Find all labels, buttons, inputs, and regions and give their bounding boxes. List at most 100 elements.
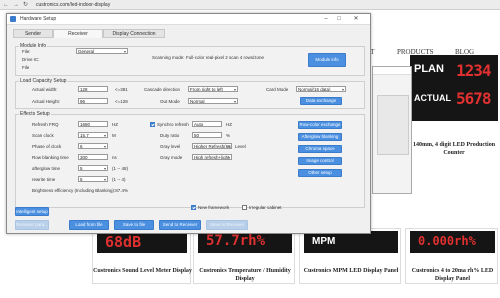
refresh-unit: HZ	[112, 122, 118, 127]
tab-display-connection[interactable]: Display Connection	[103, 29, 165, 38]
intelligent-setup-button[interactable]: Intelligent setup	[15, 207, 49, 216]
hardware-setup-dialog: Hardware Setup – □ ✕ Sender Receiver Dis…	[6, 13, 371, 234]
image-control-button[interactable]: Image control	[298, 157, 342, 165]
height-limit: <=128	[115, 99, 128, 104]
synchro-refresh-label: Synchro refresh	[157, 122, 189, 127]
card-mode-select[interactable]: Normal(16 data)	[296, 86, 346, 92]
gray-level-unit: Level	[235, 144, 246, 149]
module-info-group: Module Info File: General Drive IC: File…	[15, 43, 365, 76]
gray-mode-select[interactable]: High refresh+light	[192, 154, 232, 160]
load-capacity-group: Load Capacity Setup Actual width: 128 <=…	[15, 78, 365, 109]
tab-bar: Sender Receiver Display Connection	[13, 29, 363, 38]
scanning-mode-label: Scanning mode:	[152, 55, 185, 60]
data-exchange-button[interactable]: Data exchange	[300, 97, 342, 105]
synchro-unit: HZ	[226, 122, 232, 127]
product-title[interactable]: Custronics 4 to 20ma rh% LED Display Pan…	[406, 267, 499, 283]
minimize-icon[interactable]: –	[320, 15, 332, 23]
duty-ratio-input[interactable]: 50	[192, 132, 222, 138]
background-window	[372, 66, 412, 194]
product-display-text: 68dB	[105, 233, 142, 251]
refresh-frq-label: Refresh FRQ	[32, 122, 59, 127]
reload-icon[interactable]: ↻	[23, 1, 28, 9]
out-mode-select[interactable]: Normal	[188, 98, 238, 104]
synchro-refresh-checkbox[interactable]	[150, 122, 155, 127]
product-display-text: 57.7rh%	[206, 233, 266, 249]
save-to-receiver-button[interactable]: Save to Receiver	[206, 220, 248, 230]
new-framework-label: New framework	[198, 205, 230, 210]
app-icon	[10, 16, 16, 22]
afterglow-blanking-button[interactable]: Afterglow blanking	[298, 133, 342, 141]
close-icon[interactable]: ✕	[346, 15, 366, 23]
rewrite-range: (1 -- 4)	[112, 177, 126, 182]
group-title: Effects Setup	[19, 111, 51, 117]
afterglow-range: (1 -- 48)	[112, 166, 129, 171]
row-color-exchange-button[interactable]: Row-color exchange	[298, 121, 342, 129]
brightness-efficiency-text: Brightness efficiency (Including Blankin…	[32, 188, 128, 193]
phase-of-clock-select[interactable]: 6	[78, 143, 108, 149]
row-blanking-input[interactable]: 300	[78, 154, 108, 160]
duty-ratio-unit: %	[226, 133, 231, 138]
card-mode-label: Card Mode	[266, 87, 289, 92]
refresh-frq-input[interactable]: 1680	[78, 121, 108, 127]
file-label: File:	[22, 49, 31, 54]
chroma-space-button[interactable]: Chroma space	[298, 145, 342, 153]
address-bar[interactable]: custronics.com/led-indoor-display	[36, 1, 176, 9]
sign-actual-label: ACTUAL	[414, 93, 451, 103]
forward-icon[interactable]: →	[13, 1, 19, 9]
plan-actual-sign: PLAN 1234 ACTUAL 5678	[410, 55, 498, 121]
duty-ratio-label: Duty ratio	[160, 133, 180, 138]
product-title[interactable]: Custronics Sound Level Meter Display	[93, 267, 192, 275]
cascade-direction-select[interactable]: From right to left	[188, 86, 238, 92]
product-card[interactable]: MPM Custronics MPM LED Display Panel	[299, 228, 401, 284]
irregular-cabinet-checkbox[interactable]	[242, 205, 247, 210]
save-to-file-button[interactable]: Save to file	[114, 220, 154, 230]
phase-of-clock-label: Phase of clock	[32, 144, 62, 149]
effects-setup-group: Effects Setup Refresh FRQ 1680 HZ Synchr…	[15, 111, 365, 208]
product-card[interactable]: 0.000rh% Custronics 4 to 20ma rh% LED Di…	[405, 228, 498, 284]
actual-width-label: Actual width:	[32, 87, 58, 92]
group-title: Load Capacity Setup	[19, 78, 68, 84]
product-card[interactable]: 57.7rh% Custronics Temperature / Humidit…	[193, 228, 295, 284]
sign-actual-digits: 5678	[456, 89, 492, 108]
afterglow-select[interactable]: 5	[78, 165, 108, 171]
tab-receiver[interactable]: Receiver	[53, 29, 103, 38]
rewrite-select[interactable]: 5	[78, 176, 108, 182]
product-title[interactable]: Custronics Temperature / Humidity Displa…	[194, 267, 296, 283]
sign-plan-label: PLAN	[414, 63, 444, 75]
actual-width-input[interactable]: 128	[78, 86, 108, 92]
gray-level-select[interactable]: Higher Refresh(65	[192, 143, 232, 149]
actual-height-label: Actual Height:	[32, 99, 61, 104]
product-card[interactable]: 68dB Custronics Sound Level Meter Displa…	[92, 228, 192, 284]
irregular-cabinet-label: Irregular cabinet	[249, 205, 282, 210]
product-display-text: MPM	[312, 236, 336, 247]
file-select[interactable]: General	[76, 48, 128, 54]
product-caption-140mm[interactable]: 140mm, 4 digit LED Production Counter	[410, 141, 498, 157]
other-setup-button[interactable]: Other setup	[298, 169, 342, 177]
out-mode-label: Out Mode	[160, 99, 180, 104]
row-blanking-unit: ns	[112, 155, 117, 160]
gray-level-label: Gray level	[160, 144, 181, 149]
new-framework-checkbox[interactable]	[191, 205, 196, 210]
row-blanking-label: Row blanking time	[32, 155, 69, 160]
back-icon[interactable]: ←	[3, 1, 9, 9]
receiver-para-button[interactable]: Receiver para...	[15, 220, 49, 230]
scan-clock-select[interactable]: 15.7	[78, 132, 108, 138]
module-info-button[interactable]: Module info	[308, 53, 346, 67]
product-title[interactable]: Custronics MPM LED Display Panel	[300, 267, 402, 275]
maximize-icon[interactable]: □	[333, 15, 345, 23]
synchro-refresh-input[interactable]: Auto	[192, 121, 222, 127]
scanning-mode-value: Full-color real-pixel 2 scan 4 rows/zone	[186, 55, 265, 60]
tab-sender[interactable]: Sender	[13, 29, 53, 38]
scan-clock-label: Scan clock	[32, 133, 54, 138]
rewrite-label: rewrite time	[32, 177, 56, 182]
product-display-text: 0.000rh%	[418, 234, 476, 248]
dialog-title: Hardware Setup	[20, 16, 57, 22]
sign-plan-digits: 1234	[456, 61, 492, 80]
drive-ic-label: Drive IC:	[22, 57, 40, 62]
afterglow-label: afterglow time	[32, 166, 61, 171]
send-to-receiver-button[interactable]: Send to Receiver	[159, 220, 201, 230]
load-from-file-button[interactable]: Load from file	[69, 220, 109, 230]
gray-mode-label: Gray mode	[160, 155, 183, 160]
file2-label: File	[22, 65, 30, 70]
actual-height-input[interactable]: 96	[78, 98, 108, 104]
